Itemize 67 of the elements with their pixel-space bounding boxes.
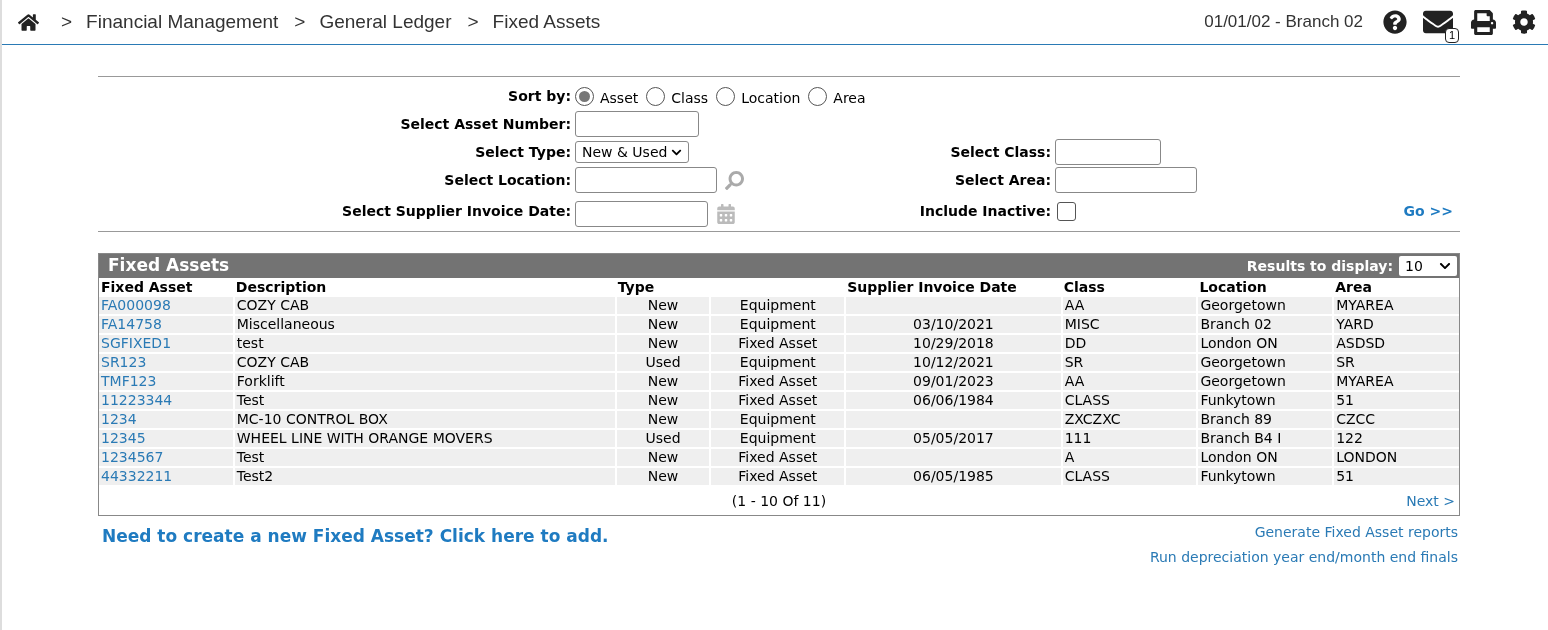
invoice-date-field[interactable] [575, 201, 708, 227]
next-link[interactable]: Next > [1406, 490, 1455, 512]
sort-label: Sort by: [508, 86, 571, 106]
area-field[interactable] [1055, 167, 1197, 193]
asset-link[interactable]: 44332211 [101, 468, 173, 484]
class-field[interactable] [1055, 139, 1161, 165]
sort-radio[interactable] [808, 86, 828, 106]
breadcrumb-separator: > [294, 9, 306, 34]
column-header: Class [1063, 279, 1105, 295]
column-header: Location [1199, 279, 1267, 295]
breadcrumb-link[interactable]: Fixed Assets [492, 7, 601, 37]
settings-icon[interactable] [1512, 10, 1536, 34]
type-select[interactable]: New & Used [575, 141, 690, 163]
asset-number-label: Select Asset Number: [400, 114, 571, 134]
sort-radio[interactable] [716, 86, 736, 106]
breadcrumb-separator: > [467, 9, 479, 34]
area-label: Select Area: [954, 170, 1051, 190]
add-asset-link[interactable]: Need to create a new Fixed Asset? Click here to add. [102, 524, 609, 550]
go-link[interactable]: Go >> [1403, 200, 1453, 222]
area-cell: MYAREA [1333, 297, 1459, 315]
class-cell: AA [1061, 297, 1198, 315]
chevron-down-icon [1439, 260, 1451, 272]
class-label: Select Class: [950, 142, 1051, 162]
breadcrumb-link[interactable]: General Ledger [319, 7, 452, 37]
asset-link[interactable]: SR123 [101, 354, 147, 370]
breadcrumb-link[interactable]: Financial Management [86, 7, 279, 37]
date-branch: 01/01/02 - Branch 02 [1204, 11, 1363, 34]
include-inactive-label: Include Inactive: [919, 201, 1051, 221]
home-icon[interactable] [18, 11, 39, 33]
asset-link[interactable]: 1234567 [101, 449, 164, 465]
asset-link[interactable]: FA000098 [101, 297, 171, 313]
location-field[interactable] [575, 167, 717, 193]
column-header: Fixed Asset [101, 279, 193, 295]
pagination-text: (1 - 10 Of 11) [731, 491, 827, 511]
sort-radio[interactable] [575, 86, 594, 106]
description-cell: COZY CAB [233, 297, 616, 315]
location-cell: Georgetown [1197, 297, 1334, 315]
asset-link[interactable]: SGFIXED1 [101, 335, 172, 351]
sort-option-label: Asset [600, 89, 639, 108]
asset-link[interactable]: 11223344 [101, 392, 173, 408]
print-icon[interactable] [1471, 9, 1496, 35]
breadcrumb-separator: > [61, 9, 73, 34]
asset-link[interactable]: 1234 [101, 411, 137, 427]
column-header: Area [1335, 279, 1372, 295]
sort-option-label: Class [671, 89, 709, 108]
location-label: Select Location: [444, 170, 571, 190]
asset-number-field[interactable] [575, 111, 699, 137]
sort-option-label: Location [741, 89, 801, 108]
asset-link[interactable]: 12345 [101, 430, 146, 446]
category-cell: Equipment [710, 297, 846, 315]
sort-option-label: Area [833, 89, 866, 108]
asset-link[interactable]: FA14758 [101, 316, 162, 332]
help-icon[interactable] [1383, 10, 1407, 34]
column-header: Description [235, 279, 327, 295]
report-link[interactable]: Run depreciation year end/month end finals [1149, 547, 1458, 568]
type-label: Select Type: [475, 142, 571, 162]
column-header: Type [617, 279, 655, 295]
report-link[interactable]: Generate Fixed Asset reports [1254, 522, 1458, 543]
mail-count-badge: 1 [1444, 28, 1459, 43]
sort-radio[interactable] [646, 86, 666, 106]
type-cell: New [615, 297, 711, 315]
table-title: Fixed Assets [108, 254, 230, 278]
column-header: Supplier Invoice Date [847, 279, 1017, 295]
invoice-date-label: Select Supplier Invoice Date: [342, 201, 571, 221]
asset-link[interactable]: TMF123 [101, 373, 157, 389]
results-label: Results to display: [1246, 256, 1393, 276]
results-select[interactable]: 10 [1399, 256, 1457, 276]
